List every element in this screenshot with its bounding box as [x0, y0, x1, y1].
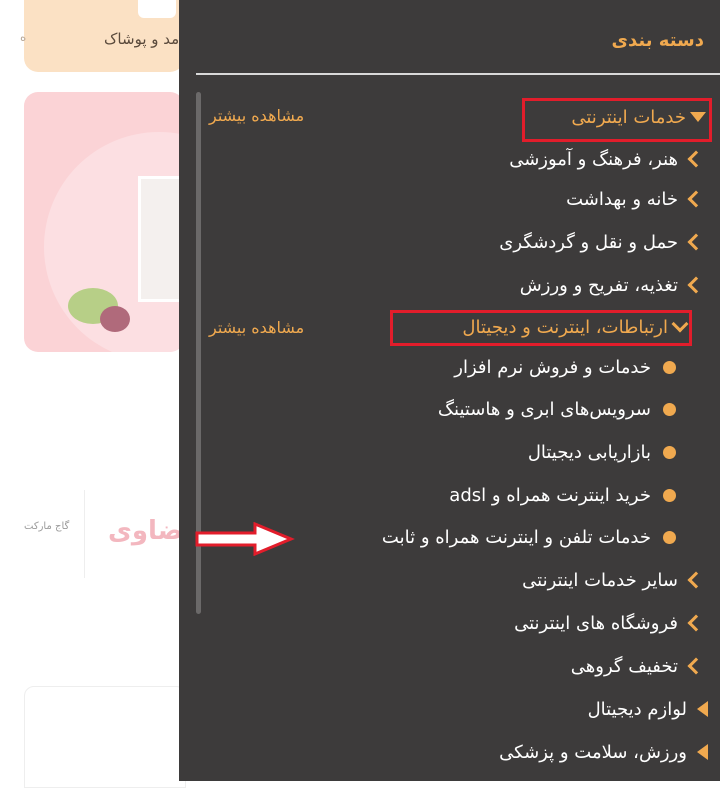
list-item[interactable]: خانه و بهداشت: [566, 180, 706, 218]
item-label: حمل و نقل و گردشگری: [499, 231, 678, 253]
chevron-left-icon: [687, 233, 705, 251]
item-label: تغذیه، تفریح و ورزش: [519, 274, 678, 296]
onion-image: [100, 306, 130, 332]
bullet-icon: [663, 445, 676, 459]
chevron-left-icon: [687, 190, 705, 208]
list-item[interactable]: هنر، فرهنگ و آموزشی: [509, 140, 706, 178]
chevron-left-icon: [687, 276, 705, 294]
item-label: خرید اینترنت همراه و adsl: [449, 484, 651, 506]
item-label: لوازم دیجیتال: [587, 698, 687, 720]
item-label: خدمات تلفن و اینترنت همراه و ثابت: [381, 526, 651, 548]
chevron-left-icon: [687, 150, 705, 168]
bullet-icon: [663, 402, 676, 416]
item-label: سرویس‌های ابری و هاستینگ: [437, 398, 651, 420]
section-communications-digital[interactable]: ارتباطات، اینترنت و دیجیتال: [462, 308, 689, 346]
list-item[interactable]: سایر خدمات اینترنتی: [522, 561, 706, 599]
category-card[interactable]: مد و پوشاک: [24, 0, 184, 72]
list-item[interactable]: بازاریابی دیجیتال: [528, 433, 678, 471]
chevron-left-icon: [687, 614, 705, 632]
category-drawer: دسته بندی خدمات اینترنتی مشاهده بیشتر هن…: [179, 0, 720, 781]
caret-down-icon: [690, 112, 706, 122]
brand-divider: [84, 490, 85, 578]
list-item[interactable]: خدمات تلفن و اینترنت همراه و ثابت: [382, 518, 678, 556]
category-item[interactable]: لوازم دیجیتال: [588, 690, 708, 728]
category-item[interactable]: ورزش، سلامت و پزشکی: [499, 733, 708, 771]
item-label: هنر، فرهنگ و آموزشی: [509, 148, 678, 170]
category-label: مد و پوشاک: [104, 30, 180, 48]
item-label: فروشگاه های اینترنتی: [514, 612, 678, 634]
see-more-link[interactable]: مشاهده بیشتر: [209, 106, 304, 125]
title-divider: [196, 73, 720, 75]
caret-left-icon: [697, 744, 708, 760]
drawer-title: دسته بندی: [611, 30, 704, 51]
category-edge-text: ه: [20, 30, 27, 44]
item-label: بازاریابی دیجیتال: [527, 441, 651, 463]
bullet-icon: [663, 488, 676, 502]
item-label: ورزش، سلامت و پزشکی: [499, 741, 687, 763]
section-label: خدمات اینترنتی: [571, 106, 686, 128]
list-item[interactable]: تخفیف گروهی: [571, 647, 706, 685]
list-item[interactable]: حمل و نقل و گردشگری: [499, 223, 706, 261]
section-label: ارتباطات، اینترنت و دیجیتال: [462, 316, 668, 338]
chevron-left-icon: [687, 571, 705, 589]
item-label: تخفیف گروهی: [570, 655, 678, 677]
brand-logo[interactable]: ضاوی: [108, 516, 183, 546]
list-item[interactable]: خرید اینترنت همراه و adsl: [449, 476, 678, 514]
item-label: خانه و بهداشت: [566, 188, 678, 210]
red-outline-right-arrow-icon: [195, 522, 295, 556]
item-label: خدمات و فروش نرم افزار: [454, 356, 651, 378]
clothing-icon: [138, 0, 176, 18]
list-item[interactable]: تغذیه، تفریح و ورزش: [520, 266, 706, 304]
section-internet-services[interactable]: خدمات اینترنتی: [571, 98, 706, 136]
chevron-left-icon: [687, 657, 705, 675]
bottom-card[interactable]: [24, 686, 186, 788]
list-item[interactable]: خدمات و فروش نرم افزار: [454, 348, 678, 386]
bullet-icon: [663, 360, 676, 374]
see-more-link[interactable]: مشاهده بیشتر: [209, 318, 304, 337]
chevron-down-icon: [671, 315, 689, 333]
banner-photo: [138, 176, 184, 302]
item-label: سایر خدمات اینترنتی: [522, 569, 678, 591]
promo-banner[interactable]: [24, 92, 184, 352]
brand-logo-small[interactable]: گاج مارکت: [24, 521, 69, 533]
list-item[interactable]: سرویس‌های ابری و هاستینگ: [438, 390, 678, 428]
caret-left-icon: [697, 701, 708, 717]
list-item[interactable]: فروشگاه های اینترنتی: [514, 604, 706, 642]
bullet-icon: [663, 530, 676, 544]
